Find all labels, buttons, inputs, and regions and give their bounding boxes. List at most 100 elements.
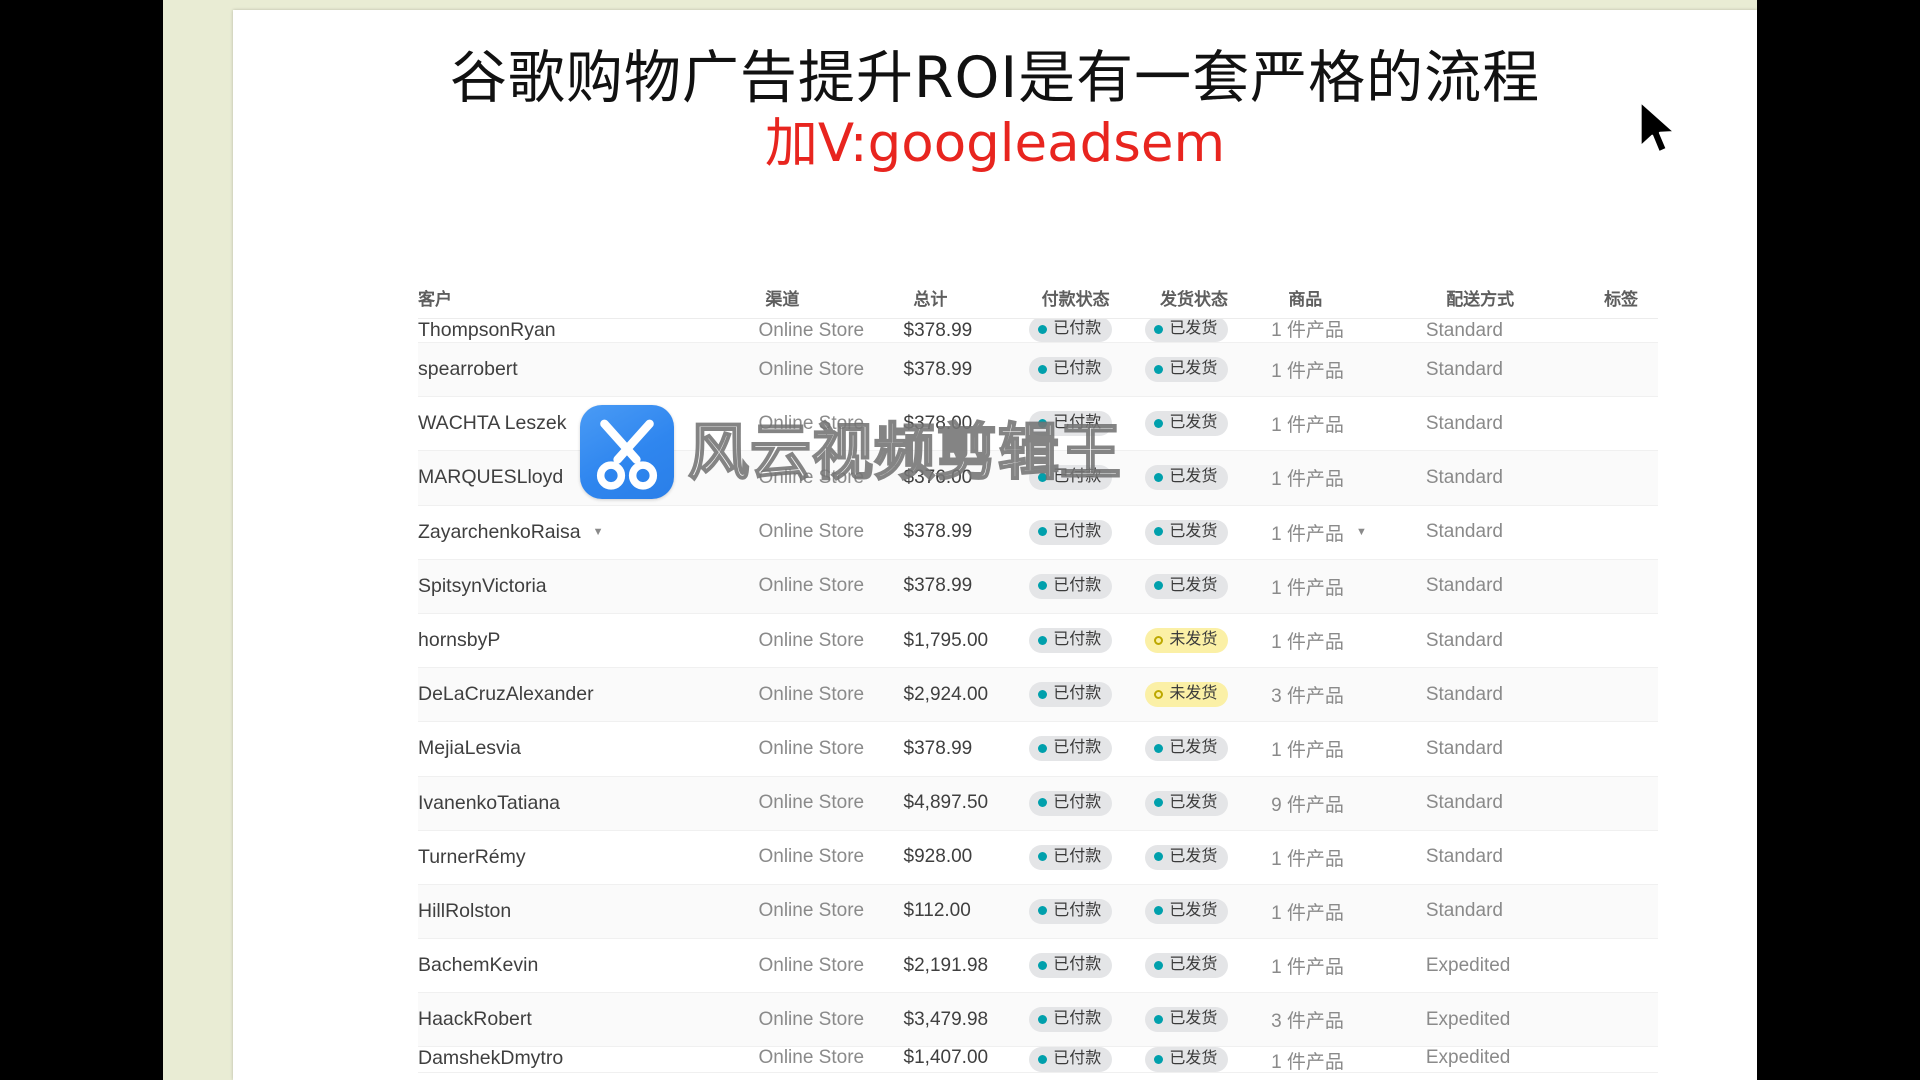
delivery-method-value: Standard [1425,466,1503,488]
status-badge-payment: 已付款 [1029,1007,1113,1033]
cell-channel: Online Store [758,955,903,977]
channel-value: Online Store [758,466,865,488]
customer-name: ThompsonRyan [418,319,556,341]
cell-items[interactable]: 1 件产品 [1271,573,1426,600]
table-row[interactable]: MARQUESLloyd Online Store $376.00 已付款 已发货 1 件… [418,451,1658,506]
cell-customer[interactable]: IvanenkoTatiana [418,792,758,815]
cell-items[interactable]: 1 件产品 [1271,844,1426,871]
cell-items[interactable]: 1 件产品 [1271,410,1426,437]
cell-total: $378.00 [904,413,1030,435]
status-dot-icon [1154,852,1164,862]
delivery-method-value: Standard [1425,737,1503,759]
table-row[interactable]: spearrobert Online Store $378.99 已付款 已发货 1 件产… [418,343,1658,398]
status-dot-icon [1154,689,1164,699]
cell-fulfillment-status: 已发货 [1145,357,1271,383]
status-dot-icon [1038,635,1048,645]
cell-customer[interactable]: BachemKevin [418,954,758,977]
cell-customer[interactable]: DeLaCruzAlexander [418,683,758,706]
items-value: 1 件产品 [1271,361,1344,383]
column-header-delivery[interactable]: 配送方式 [1446,285,1604,310]
cell-delivery-method: Standard [1426,630,1581,652]
cell-payment-status: 已付款 [1029,1047,1145,1073]
status-badge-payment: 已付款 [1029,411,1113,437]
table-row[interactable]: SpitsynVictoria Online Store $378.99 已付款 已发货… [418,559,1658,614]
cell-customer[interactable]: WACHTA Leszek [418,412,758,435]
cell-payment-status: 已付款 [1029,790,1145,816]
cell-customer[interactable]: HaackRobert [418,1008,758,1031]
cell-items[interactable]: 3 件产品 [1271,681,1426,708]
column-header-tags[interactable]: 标签 [1604,285,1683,310]
cell-customer[interactable]: MejiaLesvia [418,737,758,760]
status-dot-icon [1038,689,1048,699]
cell-customer[interactable]: HillRolston [418,900,758,923]
cell-total: $378.99 [904,359,1030,381]
table-row[interactable]: HillRolston Online Store $112.00 已付款 已发货 1 件产… [418,884,1658,940]
cell-payment-status: 已付款 [1029,465,1145,491]
cell-items[interactable]: 3 件产品 [1271,1006,1426,1033]
cell-fulfillment-status: 已发货 [1145,1007,1271,1033]
column-header-items[interactable]: 商品 [1288,285,1446,310]
cell-customer[interactable]: hornsbyP [418,629,758,652]
status-dot-icon [1154,527,1164,537]
cell-items[interactable]: 1 件产品 [1271,735,1426,762]
cell-items[interactable]: 1 件产品 ▼ [1271,519,1426,546]
column-header-customer[interactable]: 客户 [418,285,765,310]
table-row[interactable]: WACHTA Leszek Online Store $378.00 已付款 已发货 1 … [418,397,1658,452]
cell-customer[interactable]: ZayarchenkoRaisa ▼ [418,521,758,544]
table-row[interactable]: ZayarchenkoRaisa ▼ Online Store $378.99 已付款 已… [418,505,1658,560]
status-badge-fulfillment: 已发货 [1145,736,1229,762]
table-row[interactable]: IvanenkoTatiana Online Store $4,897.50 已付款 已… [418,776,1658,831]
status-dot-icon [1038,906,1048,916]
cell-items[interactable]: 1 件产品 [1271,898,1426,925]
fulfillment-status-label: 未发货 [1169,631,1218,649]
table-row[interactable]: hornsbyP Online Store $1,795.00 已付款 未发货 1 件产品… [418,613,1658,669]
status-badge-payment: 已付款 [1029,465,1113,491]
table-row[interactable]: TurnerRémy Online Store $928.00 已付款 已发货 1 件产品… [418,830,1658,885]
cell-customer[interactable]: SpitsynVictoria [418,575,758,598]
delivery-method-value: Standard [1425,792,1503,814]
status-dot-icon [1154,743,1164,753]
table-row[interactable]: DamshekDmytro Online Store $1,407.00 已付款 已发货… [418,1047,1658,1074]
cell-customer[interactable]: MARQUESLloyd [418,466,758,489]
status-badge-fulfillment: 已发货 [1145,357,1229,383]
cell-total: $378.99 [904,575,1030,597]
customer-name: TurnerRémy [418,845,526,868]
cell-items[interactable]: 1 件产品 [1271,464,1426,491]
table-row[interactable]: MejiaLesvia Online Store $378.99 已付款 已发货 1 件产… [418,722,1658,777]
cell-payment-status: 已付款 [1029,357,1145,383]
cell-customer[interactable]: spearrobert [418,358,758,381]
cell-total: $3,479.98 [904,1009,1030,1031]
cell-channel: Online Store [758,467,903,489]
cell-customer[interactable]: ThompsonRyan [418,319,758,342]
column-header-fulfillment[interactable]: 发货状态 [1160,285,1288,310]
cell-items[interactable]: 1 件产品 [1271,319,1426,342]
table-row[interactable]: ThompsonRyan Online Store $378.99 已付款 已发货 1 件… [418,319,1658,343]
channel-value: Online Store [758,1047,865,1069]
table-row[interactable]: BachemKevin Online Store $2,191.98 已付款 已发货 1 … [418,939,1658,994]
cell-items[interactable]: 1 件产品 [1271,356,1426,383]
cell-customer[interactable]: DamshekDmytro [418,1047,758,1070]
table-row[interactable]: HaackRobert Online Store $3,479.98 已付款 已发货 3 … [418,993,1658,1048]
cell-items[interactable]: 1 件产品 [1271,952,1426,979]
chevron-down-icon[interactable]: ▼ [1356,526,1367,538]
column-header-total[interactable]: 总计 [913,285,1041,310]
cell-items[interactable]: 9 件产品 [1271,790,1426,817]
customer-name: HaackRobert [418,1008,532,1031]
fulfillment-status-label: 已发货 [1169,847,1218,865]
cell-items[interactable]: 1 件产品 [1271,627,1426,654]
table-row[interactable]: DeLaCruzAlexander Online Store $2,924.00 已付… [418,668,1658,723]
column-header-channel[interactable]: 渠道 [765,285,913,310]
chevron-down-icon[interactable]: ▼ [593,526,604,538]
cell-items[interactable]: 1 件产品 [1271,1047,1426,1072]
status-dot-icon [1154,472,1164,482]
column-header-payment[interactable]: 付款状态 [1042,285,1160,310]
cell-fulfillment-status: 已发货 [1145,898,1271,924]
status-badge-fulfillment: 已发货 [1145,465,1229,491]
fulfillment-status-label: 已发货 [1169,360,1218,378]
fulfillment-status-label: 已发货 [1169,468,1218,486]
items-value: 1 件产品 [1271,848,1344,870]
payment-status-label: 已付款 [1053,522,1102,540]
cell-fulfillment-status: 已发货 [1145,736,1271,762]
cell-customer[interactable]: TurnerRémy [418,846,758,869]
cell-fulfillment-status: 未发货 [1145,628,1271,654]
